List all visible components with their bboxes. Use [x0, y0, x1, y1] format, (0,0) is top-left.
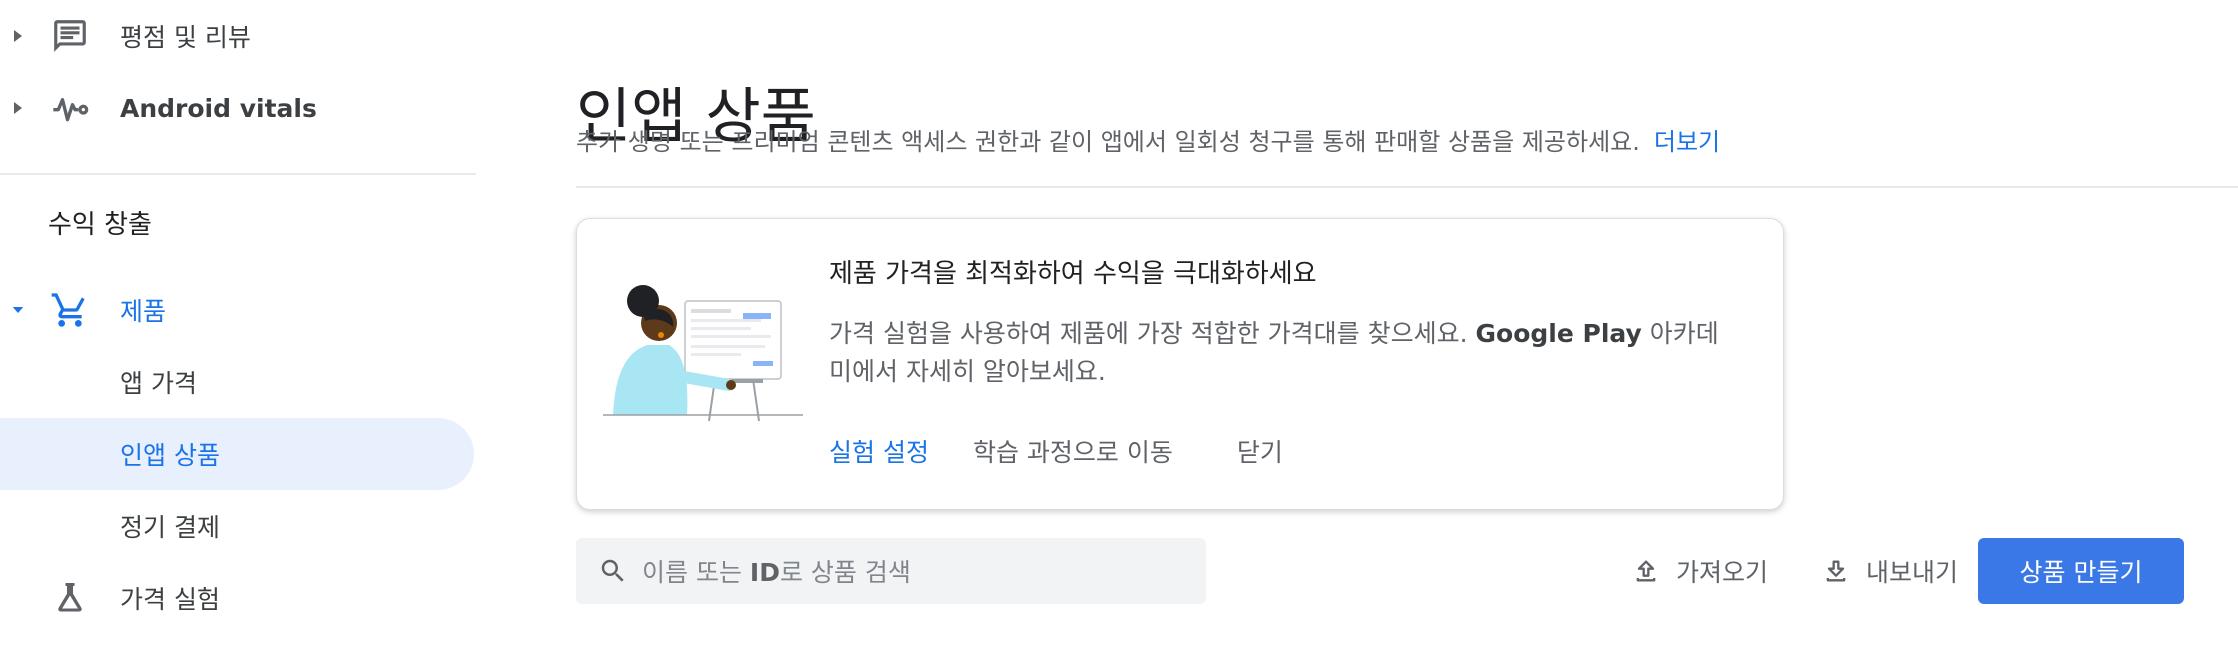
pricing-illustration	[603, 285, 803, 422]
header-divider	[576, 186, 2238, 188]
shopping-cart-icon	[50, 290, 90, 330]
search-placeholder: 이름 또는 ID로 상품 검색	[642, 553, 911, 589]
sidebar-item-label: 평점 및 리뷰	[120, 23, 251, 52]
go-to-course-button[interactable]: 학습 과정으로 이동	[973, 433, 1173, 469]
sidebar-item-app-pricing[interactable]: 앱 가격	[0, 346, 474, 418]
promo-card: 제품 가격을 최적화하여 수익을 극대화하세요 가격 실험을 사용하여 제품에 …	[576, 218, 1784, 510]
sidebar-item-ratings[interactable]: 평점 및 리뷰	[0, 0, 474, 72]
reviews-icon	[50, 16, 90, 56]
sidebar-item-subscriptions[interactable]: 정기 결제	[0, 490, 474, 562]
search-placeholder-id: ID	[749, 558, 780, 587]
upload-icon	[1636, 560, 1656, 582]
search-placeholder-text: 이름 또는	[642, 558, 750, 587]
sidebar-item-products[interactable]: 제품	[0, 274, 474, 346]
sidebar-item-label: 앱 가격	[120, 369, 197, 398]
sidebar-item-label: 인앱 상품	[120, 441, 220, 470]
dismiss-button[interactable]: 닫기	[1237, 433, 1283, 469]
sidebar-item-price-experiments[interactable]: 가격 실험	[0, 562, 474, 634]
promo-card-body: 가격 실험을 사용하여 제품에 가장 적합한 가격대를 찾으세요. Google…	[829, 315, 1729, 391]
import-button[interactable]: 가져오기	[1632, 548, 1768, 594]
sidebar-item-label: 가격 실험	[120, 585, 220, 614]
sidebar: 평점 및 리뷰 Android vitals 수익 창출 제품 앱 가격 인앱 …	[0, 0, 476, 646]
sidebar-section-title: 수익 창출	[48, 210, 152, 240]
promo-card-title: 제품 가격을 최적화하여 수익을 극대화하세요	[829, 259, 1317, 289]
expand-caret-icon[interactable]	[12, 100, 24, 116]
download-icon	[1826, 560, 1846, 582]
create-product-button[interactable]: 상품 만들기	[1978, 538, 2184, 604]
search-icon	[601, 559, 624, 582]
promo-card-actions: 실험 설정 학습 과정으로 이동 닫기	[829, 433, 1283, 469]
promo-card-body-brand: Google Play	[1475, 319, 1642, 348]
export-button[interactable]: 내보내기	[1822, 548, 1958, 594]
sidebar-item-label: Android vitals	[120, 93, 317, 123]
expand-caret-icon[interactable]	[12, 28, 24, 44]
page-description-text: 추가 생명 또는 프리미엄 콘텐츠 액세스 권한과 같이 앱에서 일회성 청구를…	[576, 128, 1640, 156]
sidebar-item-label: 정기 결제	[120, 513, 220, 542]
sidebar-item-android-vitals[interactable]: Android vitals	[0, 72, 474, 144]
sidebar-divider	[0, 173, 476, 175]
search-input[interactable]: 이름 또는 ID로 상품 검색	[576, 538, 1206, 604]
search-placeholder-text: 로 상품 검색	[779, 558, 911, 587]
main-content: 인앱 상품 추가 생명 또는 프리미엄 콘텐츠 액세스 권한과 같이 앱에서 일…	[576, 0, 2238, 646]
learn-more-link[interactable]: 더보기	[1654, 128, 1720, 156]
promo-card-body-text: 가격 실험을 사용하여 제품에 가장 적합한 가격대를 찾으세요.	[829, 319, 1476, 348]
collapse-caret-icon[interactable]	[12, 302, 24, 318]
export-label: 내보내기	[1866, 558, 1959, 587]
page-description: 추가 생명 또는 프리미엄 콘텐츠 액세스 권한과 같이 앱에서 일회성 청구를…	[576, 122, 1720, 157]
import-label: 가져오기	[1676, 558, 1769, 587]
setup-experiment-button[interactable]: 실험 설정	[829, 433, 929, 469]
sidebar-item-label: 제품	[120, 297, 167, 326]
sidebar-item-in-app-products[interactable]: 인앱 상품	[0, 418, 474, 490]
vitals-pulse-icon	[50, 88, 90, 128]
flask-icon	[50, 578, 90, 618]
